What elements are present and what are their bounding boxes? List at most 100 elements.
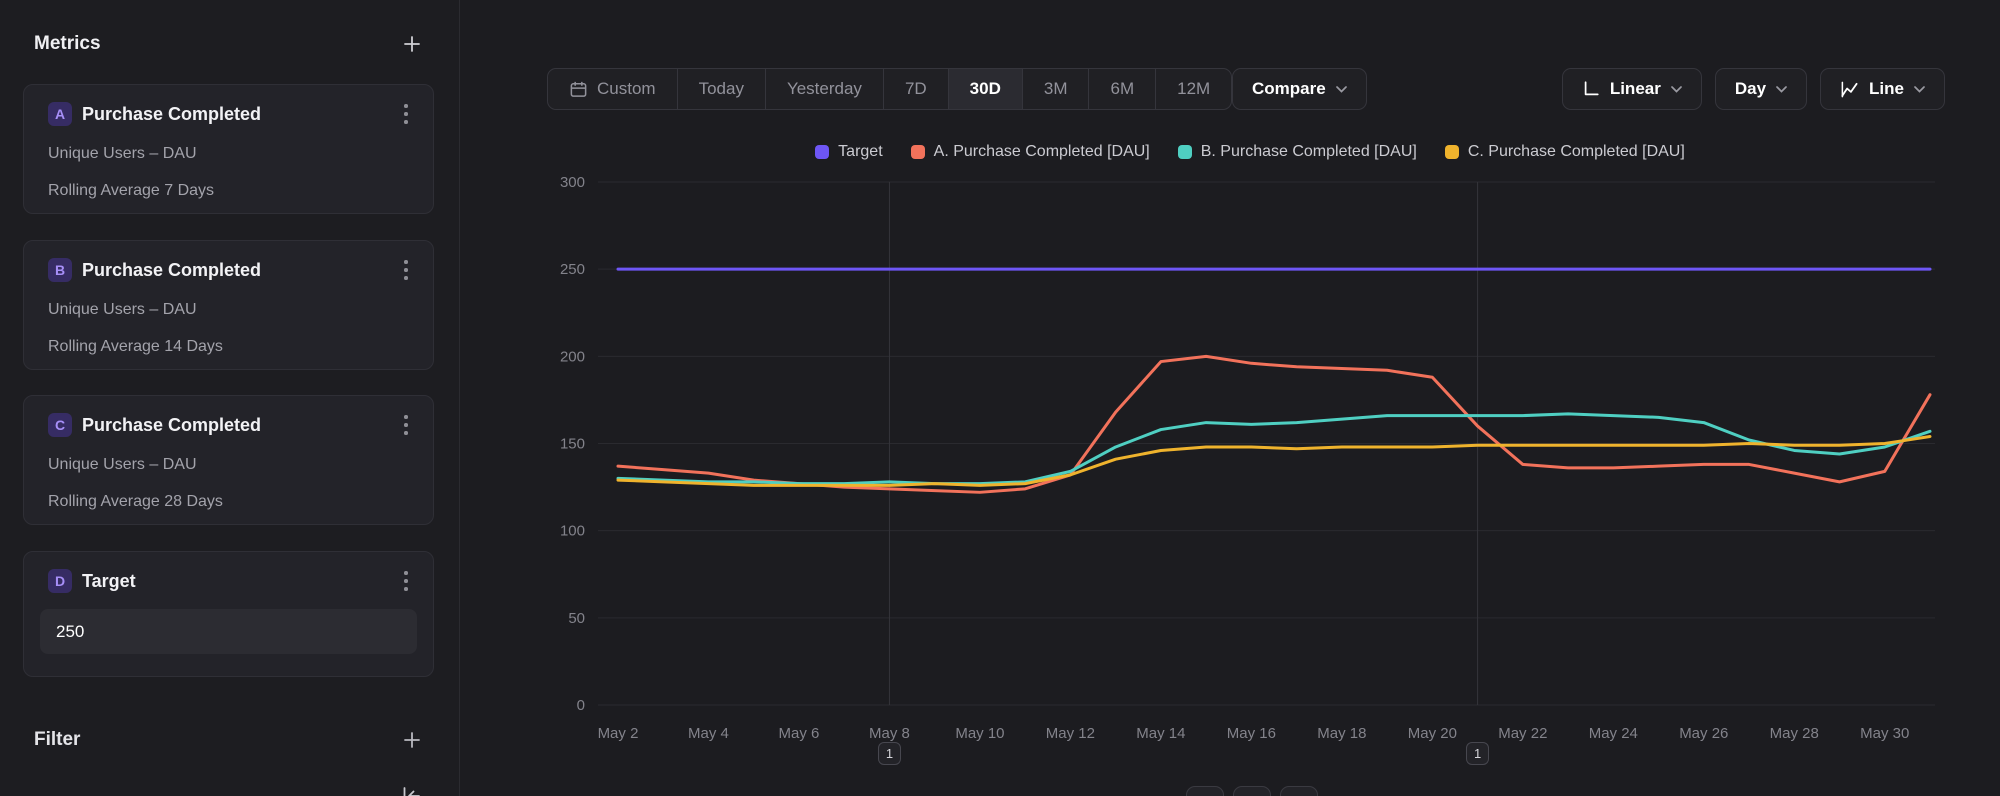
range-label: Today [699, 79, 744, 99]
add-metric-button[interactable] [399, 31, 425, 57]
metric-card-head: C Purchase Completed [24, 396, 433, 437]
range-12m[interactable]: 12M [1156, 69, 1231, 109]
svg-text:May 18: May 18 [1317, 725, 1366, 742]
collapse-left-icon [400, 785, 422, 796]
kebab-menu-icon[interactable] [395, 569, 417, 593]
chevron-down-icon [1336, 86, 1347, 93]
svg-text:May 28: May 28 [1770, 725, 1819, 742]
metric-badge-c: C [48, 413, 72, 437]
metric-title: Purchase Completed [82, 104, 395, 125]
metric-card-b[interactable]: B Purchase Completed Unique Users – DAU … [23, 240, 434, 370]
chart-type-selector-button[interactable]: Line [1820, 68, 1945, 110]
svg-text:300: 300 [560, 174, 585, 191]
bottom-toolbar-button[interactable] [1233, 786, 1271, 796]
range-label: 6M [1110, 79, 1134, 99]
granularity-label: Day [1735, 79, 1766, 99]
scale-selector-button[interactable]: Linear [1562, 68, 1702, 110]
metric-rolling-average: Rolling Average 7 Days [48, 181, 409, 200]
svg-text:May 8: May 8 [869, 725, 910, 742]
chart-type-label: Line [1869, 79, 1904, 99]
svg-text:May 12: May 12 [1046, 725, 1095, 742]
linear-scale-icon [1582, 80, 1600, 98]
metric-card-c[interactable]: C Purchase Completed Unique Users – DAU … [23, 395, 434, 525]
legend-swatch [1445, 145, 1459, 159]
range-yesterday[interactable]: Yesterday [766, 69, 884, 109]
date-range-segmented-control: Custom Today Yesterday 7D 30D 3M 6M 12M [547, 68, 1232, 110]
plus-icon [402, 34, 422, 54]
range-7d[interactable]: 7D [884, 69, 949, 109]
legend-swatch [1178, 145, 1192, 159]
metric-card-head: B Purchase Completed [24, 241, 433, 282]
svg-text:May 30: May 30 [1860, 725, 1909, 742]
target-card-head: D Target [24, 552, 433, 593]
filter-panel-title: Filter [34, 729, 80, 751]
svg-text:50: 50 [568, 610, 585, 627]
scale-label: Linear [1610, 79, 1661, 99]
target-value-input[interactable] [40, 609, 417, 654]
range-3m[interactable]: 3M [1023, 69, 1090, 109]
metrics-panel-title: Metrics [34, 33, 101, 55]
metric-rolling-average: Rolling Average 14 Days [48, 337, 409, 356]
chart-bottom-toolbar [1186, 786, 1318, 796]
legend-label: B. Purchase Completed [DAU] [1201, 143, 1417, 161]
svg-text:250: 250 [560, 261, 585, 278]
chevron-down-icon [1671, 86, 1682, 93]
svg-text:May 10: May 10 [955, 725, 1004, 742]
annotation-badge[interactable]: 1 [878, 742, 901, 765]
legend-label: C. Purchase Completed [DAU] [1468, 143, 1685, 161]
legend-label: A. Purchase Completed [DAU] [934, 143, 1150, 161]
kebab-menu-icon[interactable] [395, 413, 417, 437]
legend-item-c[interactable]: C. Purchase Completed [DAU] [1445, 143, 1685, 161]
metrics-report-app: 050100150200250300May 2May 4May 6May 8Ma… [0, 0, 2000, 796]
metric-title: Purchase Completed [82, 415, 395, 436]
legend-item-target[interactable]: Target [815, 143, 882, 161]
svg-text:150: 150 [560, 436, 585, 453]
compare-label: Compare [1252, 79, 1326, 99]
metric-measurement: Unique Users – DAU [48, 455, 409, 474]
range-label: Yesterday [787, 79, 862, 99]
metric-badge-d: D [48, 569, 72, 593]
legend-item-a[interactable]: A. Purchase Completed [DAU] [911, 143, 1150, 161]
range-today[interactable]: Today [678, 69, 766, 109]
range-6m[interactable]: 6M [1089, 69, 1156, 109]
svg-text:200: 200 [560, 348, 585, 365]
bottom-toolbar-button[interactable] [1186, 786, 1224, 796]
chart-display-controls: Linear Day Line [1562, 68, 1945, 110]
svg-text:May 24: May 24 [1589, 725, 1638, 742]
chart-legend: Target A. Purchase Completed [DAU] B. Pu… [560, 143, 1940, 161]
calendar-icon [569, 80, 588, 99]
metrics-header: Metrics [34, 30, 425, 58]
legend-swatch [815, 145, 829, 159]
compare-button[interactable]: Compare [1232, 68, 1367, 110]
svg-text:May 6: May 6 [779, 725, 820, 742]
range-label: 3M [1044, 79, 1068, 99]
annotation-badge[interactable]: 1 [1466, 742, 1489, 765]
range-30d[interactable]: 30D [949, 69, 1023, 109]
metric-card-head: A Purchase Completed [24, 85, 433, 126]
legend-label: Target [838, 143, 882, 161]
metric-measurement: Unique Users – DAU [48, 300, 409, 319]
legend-item-b[interactable]: B. Purchase Completed [DAU] [1178, 143, 1417, 161]
svg-text:0: 0 [577, 697, 585, 714]
granularity-selector-button[interactable]: Day [1715, 68, 1807, 110]
collapse-sidebar-button[interactable] [398, 783, 424, 796]
metric-title: Purchase Completed [82, 260, 395, 281]
bottom-toolbar-button[interactable] [1280, 786, 1318, 796]
metric-badge-b: B [48, 258, 72, 282]
metric-card-a[interactable]: A Purchase Completed Unique Users – DAU … [23, 84, 434, 214]
svg-text:May 2: May 2 [598, 725, 639, 742]
svg-text:May 26: May 26 [1679, 725, 1728, 742]
svg-text:100: 100 [560, 523, 585, 540]
kebab-menu-icon[interactable] [395, 258, 417, 282]
metrics-sidebar: Metrics A Purchase Completed Unique User… [0, 0, 460, 796]
target-title: Target [82, 571, 395, 592]
metric-badge-a: A [48, 102, 72, 126]
kebab-menu-icon[interactable] [395, 102, 417, 126]
svg-text:May 16: May 16 [1227, 725, 1276, 742]
range-custom[interactable]: Custom [548, 69, 678, 109]
add-filter-button[interactable] [399, 727, 425, 753]
chevron-down-icon [1914, 86, 1925, 93]
metric-measurement: Unique Users – DAU [48, 144, 409, 163]
svg-text:May 20: May 20 [1408, 725, 1457, 742]
target-card[interactable]: D Target [23, 551, 434, 677]
